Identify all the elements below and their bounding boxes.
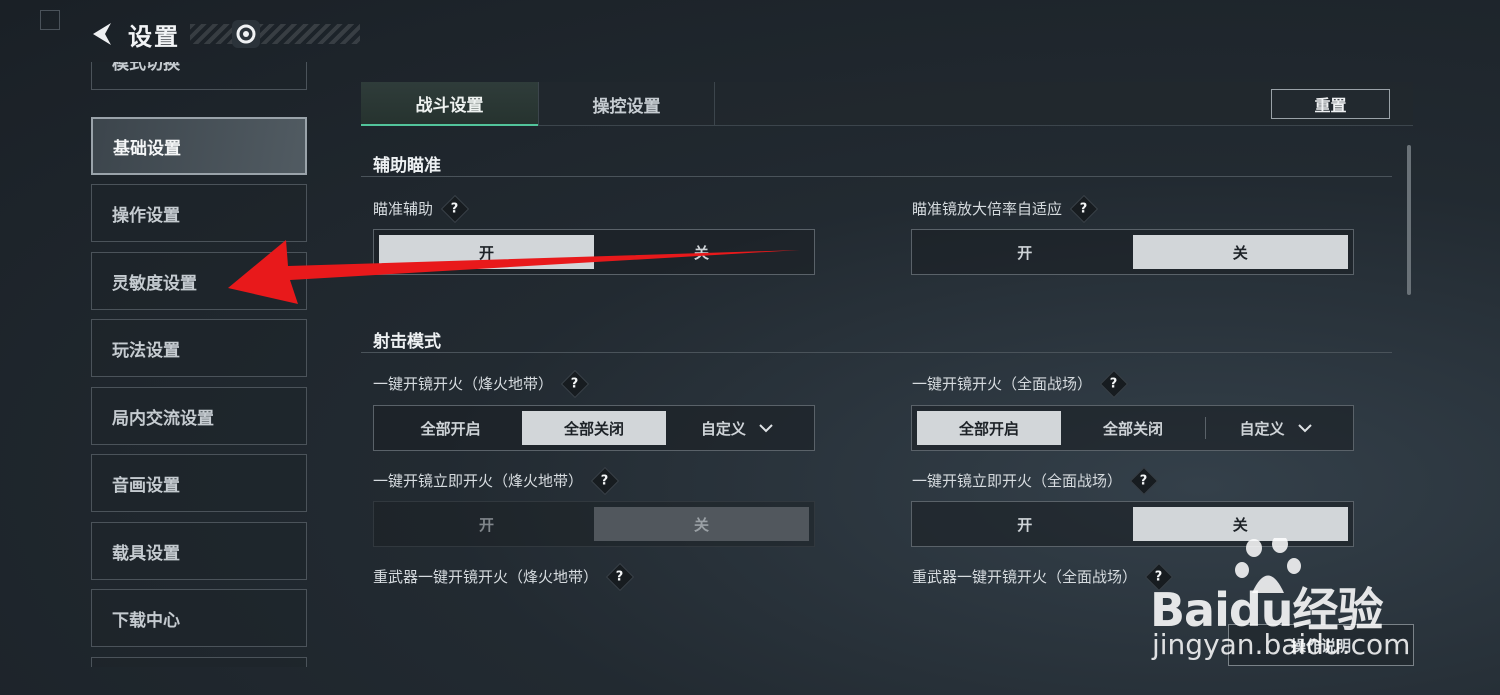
- section-divider: [361, 352, 1392, 353]
- sidebar-item-mode[interactable]: 模式切换: [91, 62, 307, 90]
- sidebar-item-label: 灵敏度设置: [112, 273, 197, 294]
- option-label-text: 瞄准镜放大倍率自适应: [912, 200, 1063, 218]
- tab-control-settings[interactable]: 操控设置: [538, 82, 715, 126]
- sidebar-item-download[interactable]: 下载中心: [91, 589, 307, 647]
- sidebar-item-label: 玩法设置: [112, 340, 180, 361]
- section-title-aim: 辅助瞄准: [373, 156, 441, 176]
- section-divider: [361, 176, 1392, 177]
- custom-dropdown[interactable]: 自定义: [1206, 411, 1346, 445]
- sidebar-item-label: 模式切换: [112, 62, 180, 74]
- help-icon[interactable]: ?: [440, 194, 470, 223]
- sidebar-item-basic[interactable]: 基础设置: [91, 117, 307, 175]
- option-label-text: 一键开镜立即开火（烽火地带）: [373, 472, 584, 490]
- scope-adapt-toggle: 开 关: [911, 229, 1354, 275]
- instant-fire-beacon-off-option[interactable]: 关: [594, 507, 809, 541]
- header: 设置: [86, 14, 360, 54]
- sidebar-item-label: 操作设置: [112, 205, 180, 226]
- option-label-text: 一键开镜立即开火（全面战场）: [912, 472, 1123, 490]
- title-decoration: [190, 20, 360, 48]
- sidebar-item-vehicle[interactable]: 载具设置: [91, 522, 307, 580]
- all-off-option[interactable]: 全部关闭: [522, 411, 666, 445]
- instant-fire-battlefield-off-option[interactable]: 关: [1132, 507, 1348, 541]
- chevron-down-icon: [759, 424, 773, 433]
- chevron-down-icon: [1297, 424, 1312, 433]
- option-label-text: 一键开镜开火（烽火地带）: [373, 375, 554, 393]
- option-label-text: 重武器一键开镜开火（烽火地带）: [373, 568, 599, 586]
- instant-fire-battlefield-on-option[interactable]: 开: [917, 507, 1133, 541]
- help-icon[interactable]: ?: [1099, 369, 1129, 398]
- sidebar-item-label: 载具设置: [112, 543, 180, 564]
- help-icon[interactable]: ?: [590, 466, 620, 495]
- help-icon[interactable]: ?: [560, 369, 590, 398]
- corner-frame: [40, 10, 60, 30]
- option-label-text: 一键开镜开火（全面战场）: [912, 375, 1093, 393]
- red-arrow-annotation: [228, 240, 800, 304]
- sidebar: 模式切换 基础设置 操作设置 灵敏度设置 玩法设置 局内交流设置 音画设置 载具…: [91, 62, 307, 667]
- option-label-instant-fire-beacon: 一键开镜立即开火（烽火地带） ?: [373, 466, 620, 495]
- option-label-text: 瞄准辅助: [373, 200, 434, 218]
- back-arrow-icon[interactable]: [86, 17, 120, 51]
- instant-fire-beacon-on-option[interactable]: 开: [379, 507, 594, 541]
- help-icon[interactable]: ?: [1069, 194, 1099, 223]
- option-label-scope-adapt: 瞄准镜放大倍率自适应 ?: [912, 194, 1099, 223]
- option-label-scope-fire-battlefield: 一键开镜开火（全面战场） ?: [912, 369, 1129, 398]
- sidebar-item-audio-video[interactable]: 音画设置: [91, 454, 307, 512]
- reset-button[interactable]: 重置: [1271, 89, 1390, 119]
- custom-label: 自定义: [700, 419, 746, 438]
- sidebar-item-more[interactable]: [91, 657, 307, 667]
- scope-fire-battlefield-selector: 全部开启 全部关闭 自定义: [911, 405, 1354, 451]
- section-title-fire: 射击模式: [373, 332, 441, 352]
- all-off-option[interactable]: 全部关闭: [1061, 411, 1205, 445]
- custom-dropdown[interactable]: 自定义: [666, 411, 809, 445]
- guide-icon[interactable]: [232, 20, 260, 48]
- help-icon[interactable]: ?: [605, 562, 635, 591]
- sidebar-item-communication[interactable]: 局内交流设置: [91, 387, 307, 445]
- help-icon[interactable]: ?: [1129, 466, 1159, 495]
- sidebar-item-label: 音画设置: [112, 475, 180, 496]
- option-label-text: 重武器一键开镜开火（全面战场）: [912, 568, 1138, 586]
- instant-fire-beacon-toggle: 开 关: [373, 501, 815, 547]
- sidebar-item-label: 局内交流设置: [112, 408, 214, 429]
- scope-fire-beacon-selector: 全部开启 全部关闭 自定义: [373, 405, 815, 451]
- option-label-aim-assist: 瞄准辅助 ?: [373, 194, 470, 223]
- sidebar-item-label: 基础设置: [113, 138, 181, 159]
- tab-bar: 战斗设置 操控设置: [361, 82, 1413, 126]
- scrollbar[interactable]: [1407, 145, 1411, 295]
- tab-combat-settings[interactable]: 战斗设置: [361, 82, 538, 126]
- all-on-option[interactable]: 全部开启: [379, 411, 522, 445]
- sidebar-item-label: 下载中心: [112, 610, 180, 631]
- scope-adapt-on-option[interactable]: 开: [917, 235, 1133, 269]
- scope-adapt-off-option[interactable]: 关: [1132, 235, 1348, 269]
- all-on-option[interactable]: 全部开启: [917, 411, 1061, 445]
- option-label-heavy-fire-beacon: 重武器一键开镜开火（烽火地带） ?: [373, 562, 635, 591]
- option-label-scope-fire-beacon: 一键开镜开火（烽火地带） ?: [373, 369, 590, 398]
- option-label-heavy-fire-battlefield: 重武器一键开镜开火（全面战场） ?: [912, 562, 1174, 591]
- custom-label: 自定义: [1239, 419, 1285, 438]
- sidebar-item-gameplay[interactable]: 玩法设置: [91, 319, 307, 377]
- sidebar-item-operation[interactable]: 操作设置: [91, 184, 307, 242]
- page-title: 设置: [128, 22, 180, 51]
- option-label-instant-fire-battlefield: 一键开镜立即开火（全面战场） ?: [912, 466, 1159, 495]
- watermark-url: jingyan.baidu.com: [1152, 628, 1411, 661]
